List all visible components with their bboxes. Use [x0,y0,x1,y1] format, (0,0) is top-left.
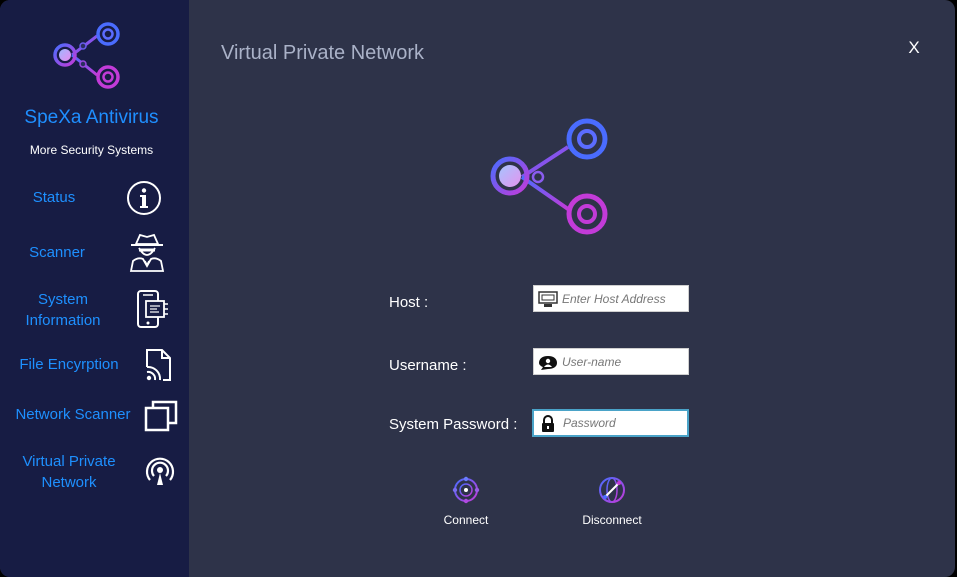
connect-globe-icon [452,476,480,504]
connect-label: Connect [443,513,489,527]
broadcast-icon [145,457,175,485]
app-window: SpeXa Antivirus More Security Systems St… [0,0,955,577]
monitor-icon [538,291,558,307]
chip-phone-icon [137,290,168,328]
sidebar-item-label: Status [32,189,76,206]
sidebar-item-label: File Encyrption [19,356,119,373]
password-label: System Password : [389,416,518,433]
sidebar-item-system-information[interactable]: System Information [0,286,189,332]
username-input[interactable] [562,349,686,374]
username-field[interactable] [533,348,689,375]
sidebar-item-label: System Information [25,291,101,329]
host-field[interactable] [533,285,689,312]
host-label: Host : [389,294,429,311]
password-input[interactable] [563,411,687,435]
brand-tagline: More Security Systems [29,143,154,157]
connect-button[interactable]: Connect [426,475,506,527]
host-input[interactable] [562,286,686,311]
sidebar-item-network-scanner[interactable]: Network Scanner [0,396,189,436]
disconnect-globe-icon [599,477,625,503]
close-button[interactable]: X [903,36,925,60]
sidebar-item-label: Scanner [29,244,85,261]
sidebar-item-label: Network Scanner [15,406,131,423]
username-label: Username : [389,357,467,374]
sidebar-item-virtual-private-network[interactable]: Virtual Private Network [0,448,189,494]
page-title: Virtual Private Network [221,42,425,64]
windows-stack-icon [144,400,178,432]
sidebar-item-scanner[interactable]: Scanner [0,230,189,274]
password-field[interactable] [532,409,689,437]
brand-name: SpeXa Antivirus [24,107,159,128]
sidebar-item-status[interactable]: Status [0,178,189,222]
file-signal-icon [146,349,171,381]
brand-logo-icon [53,22,120,89]
disconnect-button[interactable]: Disconnect [572,475,652,527]
user-speech-icon [539,356,557,370]
spy-agent-icon [129,233,165,272]
vpn-share-logo-icon [490,118,608,235]
lock-icon [542,415,554,432]
sidebar-item-file-encryption[interactable]: File Encyrption [0,345,189,385]
sidebar: SpeXa Antivirus More Security Systems St… [0,0,189,577]
disconnect-label: Disconnect [582,513,642,527]
sidebar-item-label: Virtual Private Network [22,453,116,491]
info-icon [127,181,161,215]
